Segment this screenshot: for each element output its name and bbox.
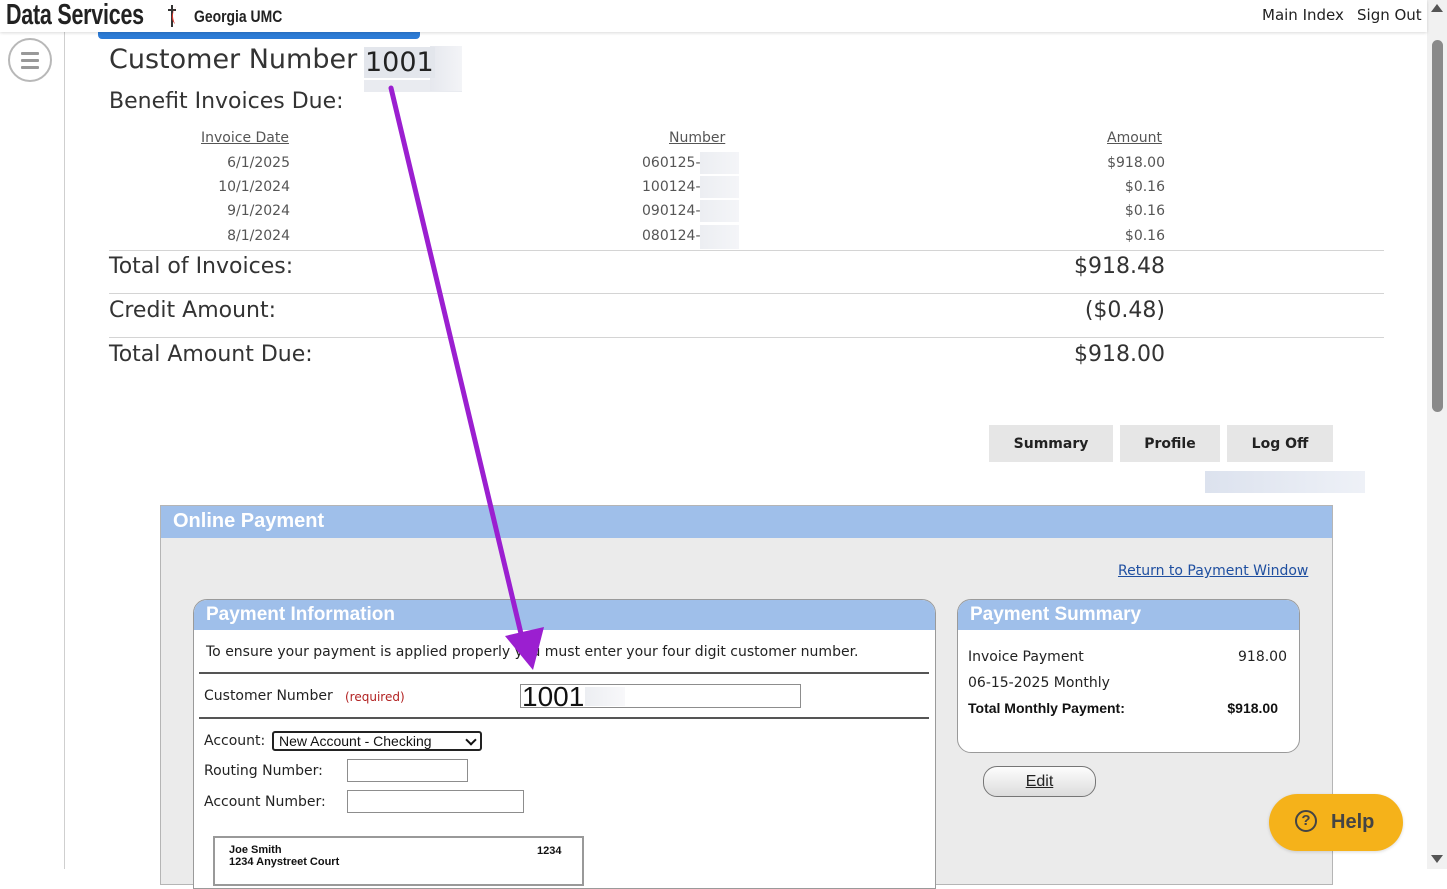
sample-check-number: 1234 xyxy=(537,845,562,857)
brand-title: Data Services xyxy=(6,0,144,31)
invoice-number: 090124- xyxy=(642,203,701,219)
redacted-block xyxy=(585,687,625,706)
routing-number-input[interactable] xyxy=(347,759,468,782)
hamburger-menu-icon[interactable] xyxy=(8,38,52,82)
edit-button[interactable]: Edit xyxy=(983,766,1096,797)
sidebar-divider xyxy=(64,30,65,869)
account-label: Account: xyxy=(204,733,266,749)
invoice-payment-value: 918.00 xyxy=(1238,649,1287,665)
scroll-down-arrow-icon[interactable] xyxy=(1431,855,1443,863)
divider xyxy=(109,293,1384,294)
organization-name: Georgia UMC xyxy=(194,7,283,26)
invoice-amount: $0.16 xyxy=(1124,228,1165,244)
customer-number-notice: To ensure your payment is applied proper… xyxy=(206,644,859,660)
column-header-amount[interactable]: Amount xyxy=(1107,130,1162,146)
divider xyxy=(109,250,1384,251)
summary-button[interactable]: Summary xyxy=(989,425,1113,462)
cross-and-flame-logo-icon xyxy=(168,5,177,27)
account-select-value: New Account - Checking xyxy=(279,733,432,749)
invoice-date: 10/1/2024 xyxy=(218,179,290,195)
invoice-payment-label: Invoice Payment xyxy=(968,649,1084,665)
invoice-amount: $0.16 xyxy=(1124,203,1165,219)
total-monthly-payment-value: $918.00 xyxy=(1227,700,1278,716)
divider xyxy=(199,717,929,719)
invoice-number: 080124- xyxy=(642,228,701,244)
help-button[interactable]: ? Help xyxy=(1269,794,1403,851)
total-amount-due-label: Total Amount Due: xyxy=(109,342,313,367)
redacted-block xyxy=(430,46,462,91)
sample-check-name: Joe Smith 1234 Anystreet Court xyxy=(229,844,340,868)
account-number-label: Account Number: xyxy=(204,794,326,810)
edit-button-label: Edit xyxy=(1025,772,1054,790)
required-indicator: (required) xyxy=(345,690,405,704)
customer-number-label: Customer Number xyxy=(204,688,333,704)
return-to-payment-window-link[interactable]: Return to Payment Window xyxy=(1118,563,1308,579)
customer-number-input[interactable]: 1001 xyxy=(520,684,801,708)
log-off-button[interactable]: Log Off xyxy=(1227,425,1333,462)
redacted-block xyxy=(700,225,739,249)
total-monthly-payment-label: Total Monthly Payment: xyxy=(968,700,1125,716)
invoice-number: 060125- xyxy=(642,155,701,171)
total-invoices-label: Total of Invoices: xyxy=(109,254,294,279)
column-header-invoice-date[interactable]: Invoice Date xyxy=(201,130,289,146)
help-button-label: Help xyxy=(1331,811,1375,833)
credit-amount-label: Credit Amount: xyxy=(109,298,277,323)
scrollbar-thumb[interactable] xyxy=(1432,40,1443,412)
chevron-down-icon xyxy=(465,734,477,746)
payment-date-frequency: 06-15-2025 Monthly xyxy=(968,675,1110,691)
routing-number-label: Routing Number: xyxy=(204,763,323,779)
redacted-block xyxy=(1205,471,1365,493)
divider xyxy=(199,672,929,674)
question-mark-icon: ? xyxy=(1295,810,1317,832)
redacted-block xyxy=(700,176,739,198)
benefit-invoices-title: Benefit Invoices Due: xyxy=(109,89,344,114)
online-payment-header xyxy=(161,506,1332,538)
online-payment-title: Online Payment xyxy=(173,510,325,532)
customer-number-heading: Customer Number xyxy=(109,44,358,75)
column-header-number[interactable]: Number xyxy=(669,130,725,146)
redacted-block xyxy=(700,200,739,222)
divider xyxy=(109,337,1384,338)
account-number-input[interactable] xyxy=(347,790,524,813)
sign-out-link[interactable]: Sign Out xyxy=(1357,6,1422,24)
main-index-link[interactable]: Main Index xyxy=(1262,6,1344,24)
scroll-up-arrow-icon[interactable] xyxy=(1431,4,1443,12)
profile-button[interactable]: Profile xyxy=(1120,425,1220,462)
customer-number-value: 1001 xyxy=(364,47,435,78)
credit-amount-value: ($0.48) xyxy=(1084,298,1165,323)
account-select[interactable]: New Account - Checking xyxy=(272,731,482,751)
payment-summary-title: Payment Summary xyxy=(970,604,1142,625)
redacted-block xyxy=(700,152,739,174)
total-invoices-value: $918.48 xyxy=(1074,254,1165,279)
invoice-amount: $918.00 xyxy=(1107,155,1165,171)
invoice-date: 8/1/2024 xyxy=(227,228,290,244)
invoice-amount: $0.16 xyxy=(1124,179,1165,195)
total-amount-due-value: $918.00 xyxy=(1074,342,1165,367)
payment-information-title: Payment Information xyxy=(206,604,395,625)
invoice-number: 100124- xyxy=(642,179,701,195)
invoice-date: 6/1/2025 xyxy=(227,155,290,171)
invoice-date: 9/1/2024 xyxy=(227,203,290,219)
